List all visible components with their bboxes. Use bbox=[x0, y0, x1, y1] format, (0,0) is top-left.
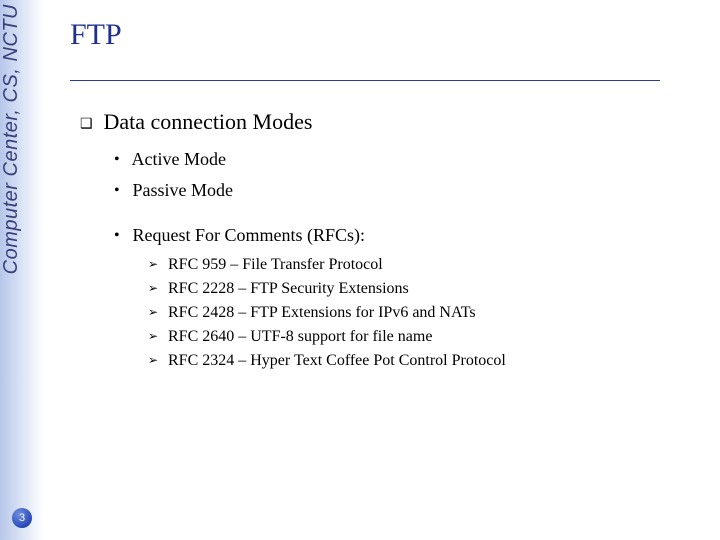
slide-title: FTP bbox=[70, 18, 700, 52]
rfc-item-text: RFC 2428 – FTP Extensions for IPv6 and N… bbox=[168, 304, 476, 321]
sidebar: Computer Center, CS, NCTU 3 bbox=[0, 0, 44, 540]
arrow-bullet-icon: ➢ bbox=[148, 305, 164, 319]
rfc-heading: • Request For Comments (RFCs): bbox=[114, 225, 700, 246]
list-item: • Active Mode bbox=[114, 149, 700, 170]
rfc-item-text: RFC 2228 – FTP Security Extensions bbox=[168, 280, 409, 297]
list-item: ➢ RFC 2228 – FTP Security Extensions bbox=[148, 280, 700, 298]
mode-item-text: Active Mode bbox=[132, 149, 226, 169]
page-number-badge: 3 bbox=[12, 508, 32, 528]
list-item: ➢ RFC 2428 – FTP Extensions for IPv6 and… bbox=[148, 304, 700, 322]
rfc-heading-text: Request For Comments (RFCs): bbox=[133, 225, 366, 245]
list-item: • Passive Mode bbox=[114, 180, 700, 201]
square-bullet-icon: ❑ bbox=[80, 115, 98, 132]
arrow-bullet-icon: ➢ bbox=[148, 281, 164, 295]
section-heading: ❑ Data connection Modes bbox=[80, 109, 700, 135]
list-item: ➢ RFC 2640 – UTF-8 support for file name bbox=[148, 328, 700, 346]
section-heading-text: Data connection Modes bbox=[104, 109, 313, 134]
rfc-item-text: RFC 2640 – UTF-8 support for file name bbox=[168, 328, 432, 345]
title-divider bbox=[70, 80, 660, 81]
org-text: Computer Center, CS, NCTU bbox=[0, 4, 44, 274]
bullet-icon: • bbox=[114, 182, 128, 200]
arrow-bullet-icon: ➢ bbox=[148, 353, 164, 367]
rfc-item-text: RFC 2324 – Hyper Text Coffee Pot Control… bbox=[168, 352, 506, 369]
list-item: ➢ RFC 2324 – Hyper Text Coffee Pot Contr… bbox=[148, 352, 700, 370]
arrow-bullet-icon: ➢ bbox=[148, 329, 164, 343]
mode-item-text: Passive Mode bbox=[133, 180, 234, 200]
slide-content: FTP ❑ Data connection Modes • Active Mod… bbox=[70, 18, 700, 376]
bullet-icon: • bbox=[114, 227, 128, 245]
list-item: ➢ RFC 959 – File Transfer Protocol bbox=[148, 256, 700, 274]
rfc-item-text: RFC 959 – File Transfer Protocol bbox=[168, 256, 383, 273]
bullet-icon: • bbox=[114, 151, 128, 169]
arrow-bullet-icon: ➢ bbox=[148, 257, 164, 271]
